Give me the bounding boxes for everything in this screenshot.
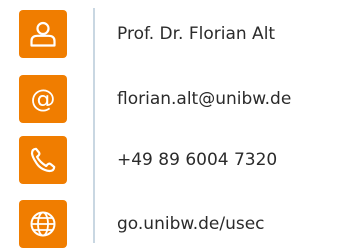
at-sign-icon: @ bbox=[19, 75, 67, 123]
contact-row-website: go.unibw.de/usec bbox=[0, 200, 351, 248]
person-icon bbox=[19, 10, 67, 58]
contact-card: Prof. Dr. Florian Alt @ florian.alt@unib… bbox=[0, 0, 351, 248]
contact-website[interactable]: go.unibw.de/usec bbox=[117, 200, 265, 248]
contact-row-phone: +49 89 6004 7320 bbox=[0, 136, 351, 184]
svg-text:@: @ bbox=[31, 84, 56, 113]
contact-row-email: @ florian.alt@unibw.de bbox=[0, 75, 351, 123]
contact-email[interactable]: florian.alt@unibw.de bbox=[117, 75, 291, 123]
contact-name: Prof. Dr. Florian Alt bbox=[117, 24, 276, 44]
contact-row-name: Prof. Dr. Florian Alt bbox=[0, 10, 351, 58]
globe-icon bbox=[19, 200, 67, 248]
phone-icon bbox=[19, 136, 67, 184]
contact-phone[interactable]: +49 89 6004 7320 bbox=[117, 136, 277, 184]
